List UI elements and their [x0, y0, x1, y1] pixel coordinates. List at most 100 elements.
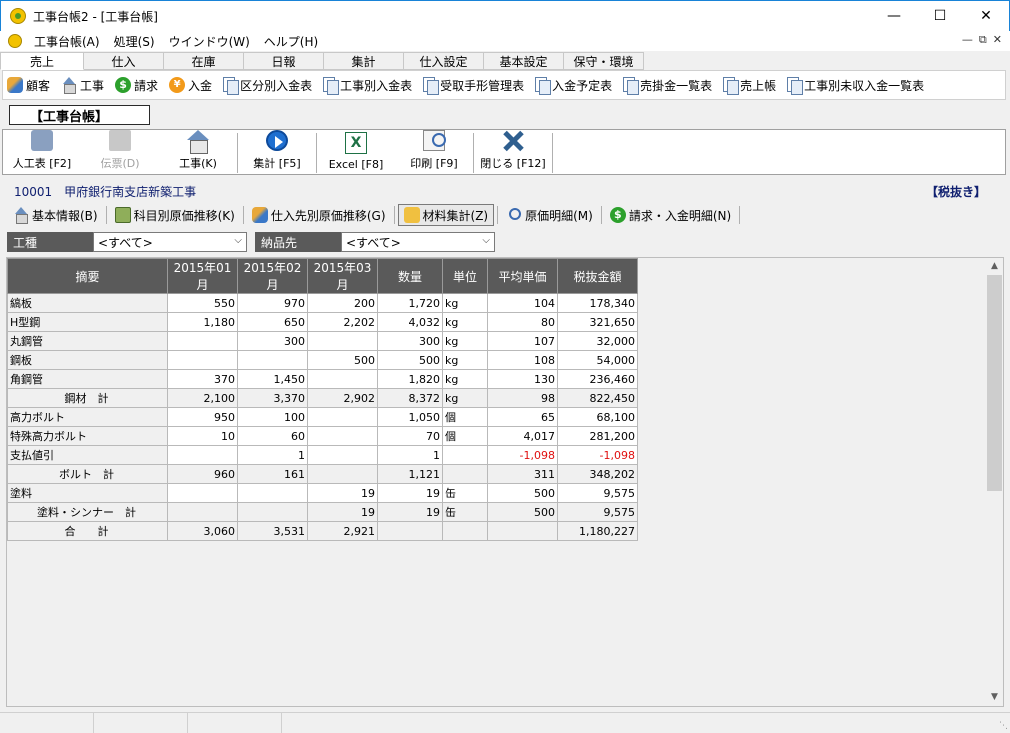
- resize-grip-icon[interactable]: ⋱: [999, 721, 1008, 731]
- tab-cost-by-supplier[interactable]: 仕入先別原価推移(G): [247, 204, 391, 226]
- notes-receivable-button[interactable]: 受取手形管理表: [423, 77, 524, 95]
- cell-quantity[interactable]: 19: [377, 483, 443, 503]
- project-edit-button[interactable]: 工事(K): [159, 130, 237, 174]
- cell-quantity[interactable]: 70: [377, 426, 443, 446]
- cell-unit[interactable]: 缶: [442, 483, 488, 503]
- cell-description[interactable]: 塗料: [7, 483, 168, 503]
- subtotal-row[interactable]: 合 計 3,060 3,531 2,921 1,180,227: [7, 521, 638, 541]
- cell-description[interactable]: 塗料・シンナー 計: [7, 502, 168, 522]
- cell-amount[interactable]: 348,202: [557, 464, 638, 484]
- cell-amount[interactable]: 54,000: [557, 350, 638, 370]
- cell-month-1[interactable]: 10: [167, 426, 238, 446]
- cell-month-2[interactable]: 300: [237, 331, 308, 351]
- tab-maintenance[interactable]: 保守・環境: [564, 52, 644, 70]
- maximize-button[interactable]: ☐: [917, 1, 963, 31]
- tab-daily-report[interactable]: 日報: [244, 52, 324, 70]
- uncollected-list-button[interactable]: 工事別未収入金一覧表: [787, 77, 924, 95]
- cell-month-3[interactable]: [307, 369, 378, 389]
- project-payment-report-button[interactable]: 工事別入金表: [323, 77, 412, 95]
- receivables-list-button[interactable]: 売掛金一覧表: [623, 77, 712, 95]
- tab-sales[interactable]: 売上: [0, 52, 84, 70]
- cell-avg-price[interactable]: [487, 521, 558, 541]
- cell-month-3[interactable]: [307, 331, 378, 351]
- scroll-down-icon[interactable]: ▼: [986, 689, 1003, 706]
- cell-month-1[interactable]: 370: [167, 369, 238, 389]
- cell-month-3[interactable]: 2,921: [307, 521, 378, 541]
- cell-amount[interactable]: 178,340: [557, 293, 638, 313]
- cell-quantity[interactable]: 4,032: [377, 312, 443, 332]
- table-row[interactable]: 縞板 550 970 200 1,720 kg 104 178,340: [7, 293, 638, 313]
- col-amount[interactable]: 税抜金額: [557, 258, 638, 294]
- cell-quantity[interactable]: 8,372: [377, 388, 443, 408]
- tab-cost-by-account[interactable]: 科目別原価推移(K): [110, 204, 240, 226]
- cell-quantity[interactable]: [377, 521, 443, 541]
- cell-quantity[interactable]: 300: [377, 331, 443, 351]
- menu-ledger[interactable]: 工事台帳(A): [32, 33, 102, 50]
- cell-unit[interactable]: 個: [442, 426, 488, 446]
- cell-month-3[interactable]: 2,902: [307, 388, 378, 408]
- col-month-1[interactable]: 2015年01月: [167, 258, 238, 294]
- table-row[interactable]: 丸鋼管 300 300 kg 107 32,000: [7, 331, 638, 351]
- cell-month-2[interactable]: 100: [237, 407, 308, 427]
- cell-month-3[interactable]: 19: [307, 502, 378, 522]
- cell-month-2[interactable]: 3,370: [237, 388, 308, 408]
- cell-month-1[interactable]: 550: [167, 293, 238, 313]
- cell-quantity[interactable]: 1,121: [377, 464, 443, 484]
- cell-month-1[interactable]: [167, 331, 238, 351]
- cell-avg-price[interactable]: 107: [487, 331, 558, 351]
- menu-window[interactable]: ウインドウ(W): [167, 33, 252, 50]
- tab-material-summary[interactable]: 材料集計(Z): [397, 204, 495, 226]
- cell-month-2[interactable]: [237, 350, 308, 370]
- cell-unit[interactable]: kg: [442, 331, 488, 351]
- cell-month-2[interactable]: 60: [237, 426, 308, 446]
- cell-month-2[interactable]: 970: [237, 293, 308, 313]
- cell-description[interactable]: ボルト 計: [7, 464, 168, 484]
- cell-month-1[interactable]: 950: [167, 407, 238, 427]
- col-unit[interactable]: 単位: [442, 258, 488, 294]
- delivery-select[interactable]: <すべて> ⌵: [341, 232, 495, 252]
- tab-basic-info[interactable]: 基本情報(B): [8, 204, 103, 226]
- cell-description[interactable]: 縞板: [7, 293, 168, 313]
- total-button[interactable]: 集計 [F5]: [238, 130, 316, 174]
- cell-avg-price[interactable]: 500: [487, 483, 558, 503]
- tab-basic-settings[interactable]: 基本設定: [484, 52, 564, 70]
- cell-avg-price[interactable]: 108: [487, 350, 558, 370]
- cell-description[interactable]: 鋼材 計: [7, 388, 168, 408]
- table-row[interactable]: 角鋼管 370 1,450 1,820 kg 130 236,460: [7, 369, 638, 389]
- cell-month-1[interactable]: [167, 350, 238, 370]
- cell-month-3[interactable]: 500: [307, 350, 378, 370]
- category-payment-report-button[interactable]: 区分別入金表: [223, 77, 312, 95]
- tab-summary[interactable]: 集計: [324, 52, 404, 70]
- cell-month-3[interactable]: 19: [307, 483, 378, 503]
- cell-unit[interactable]: kg: [442, 369, 488, 389]
- cell-amount[interactable]: 68,100: [557, 407, 638, 427]
- cell-description[interactable]: 鋼板: [7, 350, 168, 370]
- cell-avg-price[interactable]: -1,098: [487, 445, 558, 465]
- menu-process[interactable]: 処理(S): [112, 33, 157, 50]
- cell-month-1[interactable]: 3,060: [167, 521, 238, 541]
- cell-month-2[interactable]: 1,450: [237, 369, 308, 389]
- cell-description[interactable]: 角鋼管: [7, 369, 168, 389]
- cell-amount[interactable]: 1,180,227: [557, 521, 638, 541]
- document-icon[interactable]: [8, 34, 22, 48]
- cell-amount[interactable]: 822,450: [557, 388, 638, 408]
- cell-unit[interactable]: [442, 464, 488, 484]
- cell-amount[interactable]: 9,575: [557, 483, 638, 503]
- minimize-button[interactable]: —: [871, 1, 917, 31]
- col-month-3[interactable]: 2015年03月: [307, 258, 378, 294]
- table-row[interactable]: 高力ボルト 950 100 1,050 個 65 68,100: [7, 407, 638, 427]
- cell-description[interactable]: 合 計: [7, 521, 168, 541]
- project-button[interactable]: 工事: [61, 77, 104, 94]
- labor-sheet-button[interactable]: 人工表 [F2]: [3, 130, 81, 174]
- invoice-button[interactable]: $ 請求: [115, 77, 158, 94]
- table-row[interactable]: 塗料 19 19 缶 500 9,575: [7, 483, 638, 503]
- cell-month-3[interactable]: 200: [307, 293, 378, 313]
- cell-avg-price[interactable]: 80: [487, 312, 558, 332]
- cell-month-3[interactable]: 2,202: [307, 312, 378, 332]
- cell-unit[interactable]: kg: [442, 312, 488, 332]
- close-window-button[interactable]: ✕: [963, 1, 1009, 31]
- scroll-up-icon[interactable]: ▲: [986, 258, 1003, 275]
- cell-month-2[interactable]: 3,531: [237, 521, 308, 541]
- vertical-scrollbar[interactable]: ▲ ▼: [986, 258, 1003, 706]
- cell-avg-price[interactable]: 500: [487, 502, 558, 522]
